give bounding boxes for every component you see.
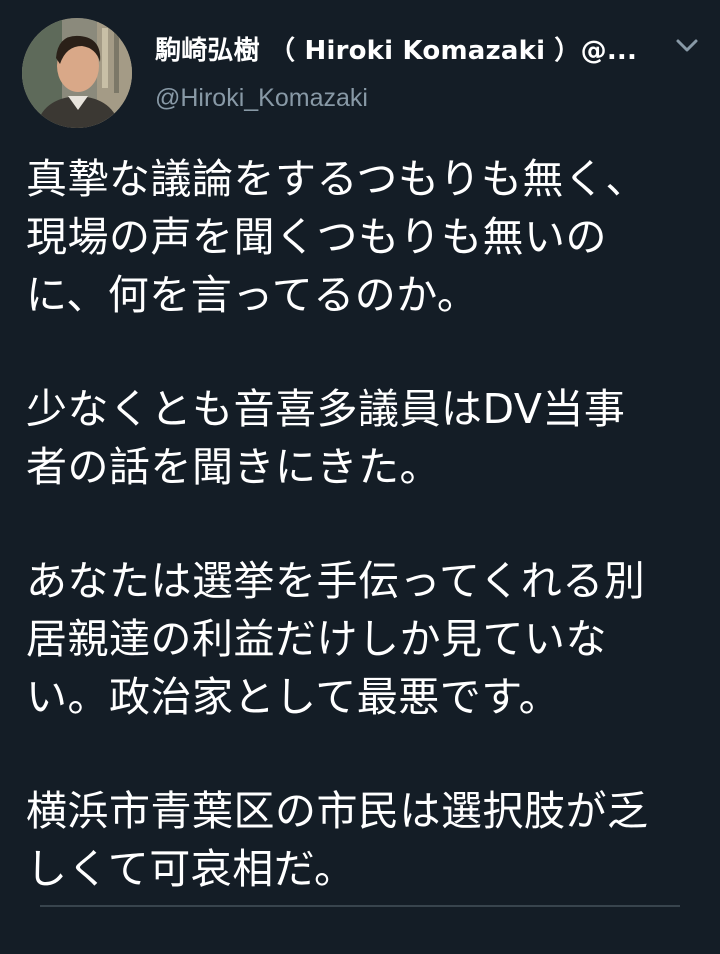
avatar[interactable] <box>22 18 132 128</box>
tweet-line: 真摯な議論をするつもりも無く、 <box>26 155 647 203</box>
tweet-card: 駒崎弘樹 （ Hiroki Komazaki ）@... @Hiroki_Kom… <box>0 0 720 910</box>
tweet-paragraph: 横浜市青葉区の市民は選択肢が乏 しくて可哀相だ。 <box>26 782 706 898</box>
tweet-line: しくて可哀相だ。 <box>26 845 356 893</box>
tweet-line: 者の話を聞きにきた。 <box>26 443 441 491</box>
divider <box>40 905 680 907</box>
chevron-down-icon[interactable] <box>675 36 699 56</box>
tweet-line: あなたは選挙を手伝ってくれる別 <box>26 557 646 605</box>
tweet-line: 横浜市青葉区の市民は選択肢が乏 <box>26 787 649 835</box>
author-handle[interactable]: @Hiroki_Komazaki <box>155 84 368 113</box>
tweet-text: 真摯な議論をするつもりも無く、 現場の声を聞くつもりも無いの に、何を言ってるの… <box>26 150 706 954</box>
author-name[interactable]: 駒崎弘樹 （ Hiroki Komazaki ）@... <box>155 30 645 67</box>
tweet-paragraph: 真摯な議論をするつもりも無く、 現場の声を聞くつもりも無いの に、何を言ってるの… <box>26 150 706 324</box>
tweet-paragraph: 少なくとも音喜多議員はDV当事 者の話を聞きにきた。 <box>26 380 706 496</box>
tweet-line: に、何を言ってるのか。 <box>26 271 479 319</box>
tweet-line: 現場の声を聞くつもりも無いの <box>26 213 607 261</box>
tweet-paragraph: あなたは選挙を手伝ってくれる別 居親達の利益だけしか見ていな い。政治家として最… <box>26 552 706 726</box>
tweet-line: い。政治家として最悪です。 <box>26 673 561 721</box>
tweet-line: 少なくとも音喜多議員はDV当事 <box>26 385 626 433</box>
tweet-line: 居親達の利益だけしか見ていな <box>26 615 607 663</box>
